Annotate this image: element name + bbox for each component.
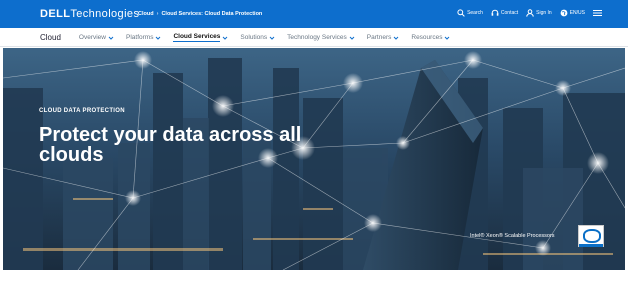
nav-technology-services-label: Technology Services xyxy=(287,34,347,41)
sign-in-button[interactable]: Sign In xyxy=(526,9,552,17)
chevron-down-icon xyxy=(445,36,450,40)
breadcrumb-current: Cloud Services: Cloud Data Protection xyxy=(161,11,263,17)
nav-resources[interactable]: Resources xyxy=(411,34,450,41)
chevron-down-icon xyxy=(223,36,228,40)
nav-overview-label: Overview xyxy=(78,34,106,41)
locale-label: EN/US xyxy=(569,10,585,16)
utility-nav: Search Contact Sign In EN/US xyxy=(457,9,602,17)
top-bar: DELLTechnologies Cloud › Cloud Services: C… xyxy=(0,0,628,28)
search-button[interactable]: Search xyxy=(457,9,483,17)
nav-technology-services[interactable]: Technology Services xyxy=(287,34,355,41)
contact-button[interactable]: Contact xyxy=(491,9,518,17)
breadcrumb-cloud[interactable]: Cloud xyxy=(138,11,154,17)
headset-icon xyxy=(491,9,499,17)
nav-partners[interactable]: Partners xyxy=(367,34,400,41)
hamburger-menu-icon[interactable] xyxy=(593,9,602,17)
chevron-down-icon xyxy=(108,36,114,40)
nav-overview[interactable]: Overview xyxy=(79,34,114,41)
intel-xeon-badge-icon xyxy=(578,225,604,247)
processor-caption: Intel® Xeon® Scalable Processors xyxy=(470,233,555,239)
secondary-nav: Cloud Overview Platforms Cloud Services … xyxy=(0,28,628,47)
hero-headline: Protect your data across all clouds xyxy=(39,124,302,166)
nav-cloud-services-label: Cloud Services xyxy=(173,33,221,42)
contact-label: Contact xyxy=(500,10,519,16)
nav-platforms-label: Platforms xyxy=(126,34,154,41)
dell-technologies-logo[interactable]: DELLTechnologies xyxy=(40,8,139,20)
globe-icon xyxy=(560,9,568,17)
chevron-down-icon xyxy=(269,36,275,40)
chevron-down-icon xyxy=(156,36,161,40)
nav-cloud-services[interactable]: Cloud Services xyxy=(173,33,228,42)
nav-solutions-label: Solutions xyxy=(240,34,268,41)
section-title[interactable]: Cloud xyxy=(40,33,61,42)
locale-button[interactable]: EN/US xyxy=(560,9,585,17)
breadcrumb: Cloud › Cloud Services: Cloud Data Protect… xyxy=(138,11,262,17)
search-label: Search xyxy=(467,10,483,16)
nav-partners-label: Partners xyxy=(366,34,392,41)
nav-solutions[interactable]: Solutions xyxy=(240,34,275,41)
nav-resources-label: Resources xyxy=(411,34,443,41)
chevron-down-icon xyxy=(394,36,399,40)
hero-banner: CLOUD DATA PROTECTION Protect your data … xyxy=(3,48,625,270)
user-icon xyxy=(526,9,534,17)
nav-platforms[interactable]: Platforms xyxy=(126,34,161,41)
chevron-down-icon xyxy=(349,36,355,40)
search-icon xyxy=(457,9,465,17)
hero-eyebrow: CLOUD DATA PROTECTION xyxy=(39,108,125,114)
breadcrumb-separator: › xyxy=(156,11,159,17)
sign-in-label: Sign In xyxy=(536,10,552,16)
